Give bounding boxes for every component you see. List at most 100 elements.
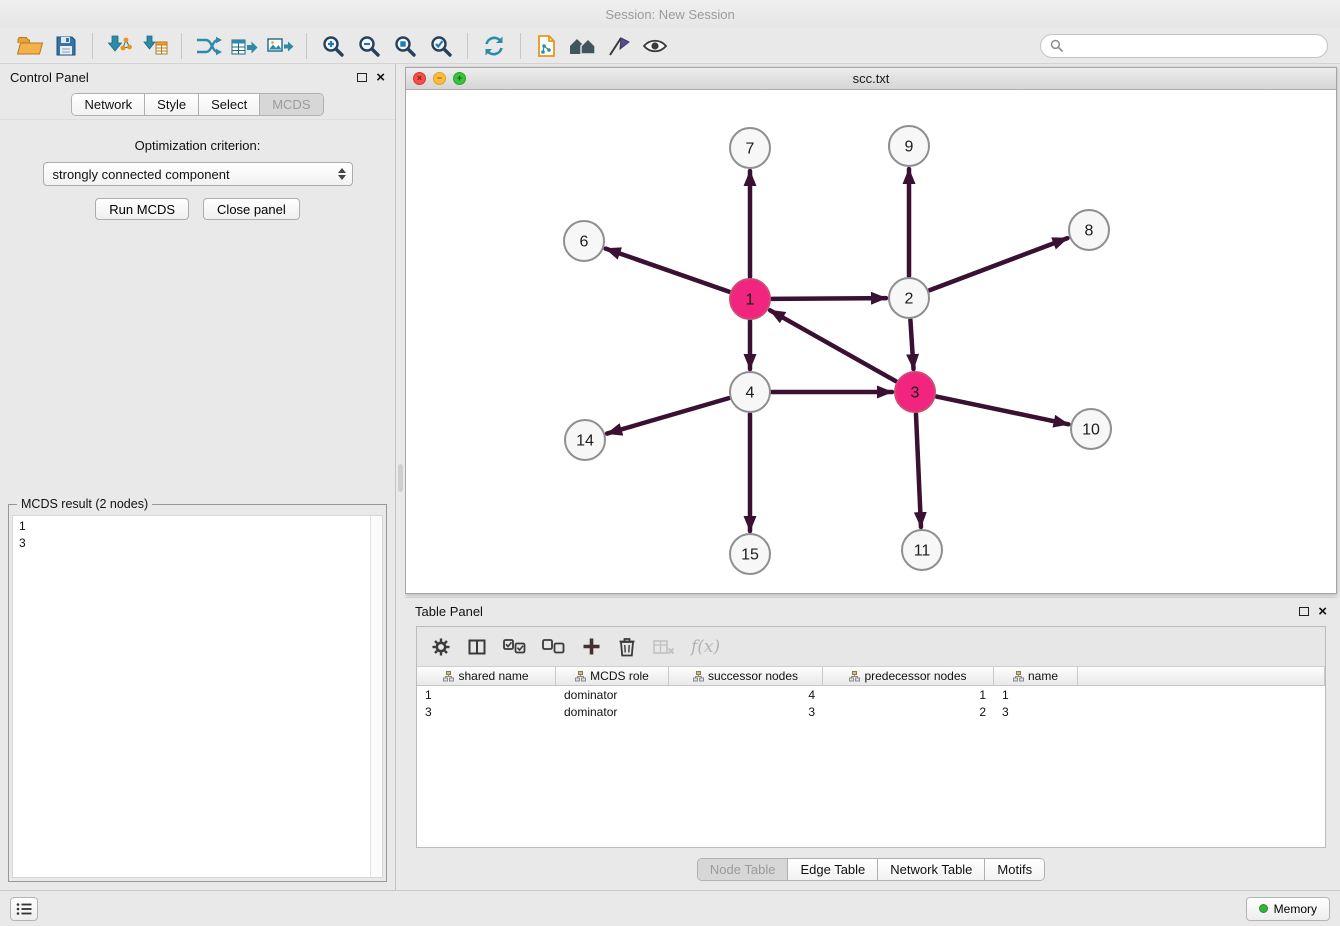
memory-status-icon <box>1259 904 1268 913</box>
import-network-button[interactable] <box>101 31 137 61</box>
column-header-mcds-role[interactable]: MCDS role <box>556 667 669 685</box>
refresh-view-button[interactable] <box>476 31 512 61</box>
tab-mcds[interactable]: MCDS <box>259 94 322 115</box>
first-neighbors-button[interactable] <box>529 31 565 61</box>
zoom-in-button[interactable] <box>315 31 351 61</box>
edge-3-11[interactable] <box>916 414 921 527</box>
edge-1-6[interactable] <box>606 249 730 292</box>
window-close-button[interactable]: × <box>413 72 426 85</box>
control-panel: Control Panel × Network Style Select MCD… <box>0 64 396 890</box>
hierarchy-icon <box>849 671 860 682</box>
graph-node-9[interactable]: 9 <box>889 126 929 166</box>
column-header-name[interactable]: name <box>994 667 1078 685</box>
graph-node-2[interactable]: 2 <box>889 278 929 318</box>
cell-mcds-role: dominator <box>556 705 669 719</box>
column-header-successor-nodes[interactable]: successor nodes <box>669 667 823 685</box>
mcds-result-group: MCDS result (2 nodes) 1 3 <box>8 504 387 882</box>
graph-node-1[interactable]: 1 <box>730 279 770 319</box>
tab-node-table[interactable]: Node Table <box>698 859 788 880</box>
node-label: 1 <box>746 292 755 309</box>
plus-icon <box>582 637 601 656</box>
tab-style[interactable]: Style <box>144 94 198 115</box>
graph-node-10[interactable]: 10 <box>1071 409 1111 449</box>
table-row[interactable]: 1 dominator 4 1 1 <box>417 686 1325 703</box>
delete-columns-button[interactable] <box>617 634 637 660</box>
tab-network-table[interactable]: Network Table <box>877 859 984 880</box>
import-table-button[interactable] <box>137 31 173 61</box>
graph-node-15[interactable]: 15 <box>730 534 770 574</box>
show-graphics-button[interactable] <box>637 31 673 61</box>
network-window-titlebar[interactable]: × − + scc.txt <box>406 68 1336 90</box>
float-panel-icon[interactable] <box>357 73 367 82</box>
column-header-shared-name[interactable]: shared name <box>417 667 556 685</box>
toolbar-separator <box>520 33 521 59</box>
import-network-icon <box>105 34 133 58</box>
open-session-button[interactable] <box>12 31 48 61</box>
tab-edge-table[interactable]: Edge Table <box>787 859 877 880</box>
graph-node-7[interactable]: 7 <box>730 128 770 168</box>
export-image-button[interactable] <box>262 31 298 61</box>
graph-node-14[interactable]: 14 <box>565 420 605 460</box>
tab-select[interactable]: Select <box>198 94 259 115</box>
window-minimize-button[interactable]: − <box>433 72 446 85</box>
export-table-button[interactable] <box>226 31 262 61</box>
tab-network[interactable]: Network <box>72 94 144 115</box>
close-panel-icon[interactable]: × <box>1318 604 1327 619</box>
table-row[interactable]: 3 dominator 3 2 3 <box>417 703 1325 720</box>
zoom-fit-button[interactable] <box>387 31 423 61</box>
unselect-all-columns-button[interactable] <box>542 634 565 660</box>
save-session-button[interactable] <box>48 31 84 61</box>
cell-name: 1 <box>994 688 1078 702</box>
graph-node-4[interactable]: 4 <box>730 372 770 412</box>
table-panel-tabs: Node Table Edge Table Network Table Moti… <box>405 848 1337 890</box>
float-panel-icon[interactable] <box>1299 607 1309 616</box>
select-all-columns-button[interactable] <box>503 634 526 660</box>
edge-2-8[interactable] <box>930 238 1068 290</box>
zoom-out-icon <box>357 34 381 58</box>
edge-3-10[interactable] <box>937 397 1069 425</box>
home-view-button[interactable] <box>565 31 601 61</box>
search-field[interactable] <box>1040 34 1328 58</box>
search-input[interactable] <box>1068 39 1318 53</box>
mcds-result-list: 1 3 <box>13 516 370 877</box>
edge-3-1[interactable] <box>770 310 896 381</box>
graph-node-11[interactable]: 11 <box>902 530 942 570</box>
result-line: 3 <box>19 535 364 552</box>
edge-1-2[interactable] <box>772 298 886 299</box>
splitter-grip[interactable] <box>398 464 403 492</box>
close-panel-icon[interactable]: × <box>376 70 385 85</box>
show-columns-button[interactable] <box>467 634 487 660</box>
cell-predecessor-nodes: 2 <box>823 705 994 719</box>
graph-node-3[interactable]: 3 <box>895 372 935 412</box>
function-builder-button-disabled: f(x) <box>691 634 720 660</box>
column-header-predecessor-nodes[interactable]: predecessor nodes <box>823 667 994 685</box>
delete-table-button-disabled <box>653 634 675 660</box>
table-settings-button[interactable] <box>431 634 451 660</box>
result-scrollbar[interactable] <box>370 516 382 877</box>
apply-layout-button[interactable] <box>190 31 226 61</box>
window-zoom-button[interactable]: + <box>453 72 466 85</box>
zoom-out-button[interactable] <box>351 31 387 61</box>
table-header-row: shared name MCDS role successor nodes <box>417 667 1325 686</box>
dropdown-stepper-icon <box>332 168 346 180</box>
edge-4-14[interactable] <box>607 398 729 433</box>
network-graph[interactable]: 7 9 6 8 1 2 4 3 14 10 15 11 <box>406 90 1336 593</box>
network-canvas[interactable]: 7 9 6 8 1 2 4 3 14 10 15 11 <box>406 90 1336 593</box>
criterion-dropdown[interactable]: strongly connected component <box>43 162 353 186</box>
panel-splitter[interactable] <box>396 64 405 890</box>
edge-2-3[interactable] <box>910 320 913 369</box>
application-window: Session: New Session <box>0 0 1340 926</box>
memory-button[interactable]: Memory <box>1246 897 1330 921</box>
create-column-button[interactable] <box>581 634 601 660</box>
graph-node-6[interactable]: 6 <box>564 221 604 261</box>
run-mcds-button[interactable]: Run MCDS <box>95 198 189 220</box>
close-panel-button[interactable]: Close panel <box>203 198 300 220</box>
set-style-button[interactable] <box>601 31 637 61</box>
tab-motifs[interactable]: Motifs <box>984 859 1044 880</box>
task-history-button[interactable] <box>10 897 38 921</box>
node-label: 10 <box>1082 422 1100 439</box>
import-table-icon <box>141 34 169 58</box>
graph-node-8[interactable]: 8 <box>1069 210 1109 250</box>
zoom-selected-button[interactable] <box>423 31 459 61</box>
style-flag-icon <box>607 35 631 57</box>
